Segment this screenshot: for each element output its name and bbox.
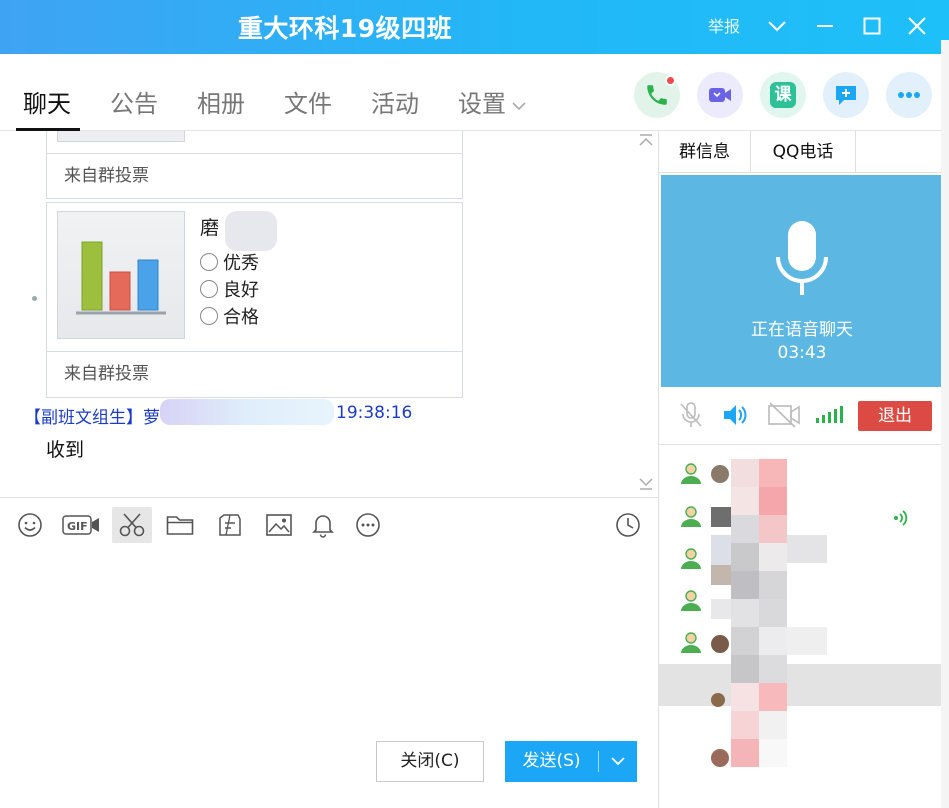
video-call-button[interactable] <box>697 72 743 118</box>
user-icon <box>679 588 703 616</box>
side-panel-tabs: 群信息 QQ电话 <box>659 131 949 173</box>
voice-status: 正在语音聊天 <box>751 320 853 340</box>
poll-option[interactable]: 合格 <box>200 303 259 329</box>
voice-controls: 退出 <box>659 387 949 445</box>
speaking-icon <box>891 508 911 532</box>
message-sender: 【副班文组生】萝 <box>24 408 160 428</box>
scroll-bottom-icon[interactable] <box>638 477 654 495</box>
voice-call-button[interactable] <box>634 72 680 118</box>
more-button[interactable] <box>886 72 932 118</box>
tab-activity[interactable]: 活动 <box>371 84 419 119</box>
tab-chat[interactable]: 聊天 <box>23 84 71 119</box>
video-call-icon <box>709 88 731 102</box>
tab-settings[interactable]: 设置 <box>458 84 526 119</box>
poll-option[interactable]: 优秀 <box>200 249 259 275</box>
more-circle-icon[interactable] <box>348 507 388 543</box>
more-icon <box>898 92 920 98</box>
speaker-icon[interactable] <box>721 401 749 433</box>
input-toolbar: GIF <box>0 497 658 553</box>
tab-announcement[interactable]: 公告 <box>110 84 158 119</box>
send-button-label: 发送(S) <box>522 751 581 771</box>
bell-icon[interactable] <box>303 507 343 543</box>
emoji-icon[interactable] <box>10 507 50 543</box>
image-icon[interactable] <box>259 507 299 543</box>
voice-timer: 03:43 <box>777 343 827 363</box>
user-icon <box>679 461 703 489</box>
exit-call-button[interactable]: 退出 <box>858 401 932 431</box>
minimize-icon[interactable] <box>808 9 842 43</box>
poll-chart-image <box>57 211 185 339</box>
message-input[interactable] <box>0 553 658 728</box>
lesson-icon: 课 <box>770 82 796 108</box>
poll-option[interactable]: 良好 <box>200 276 259 302</box>
chevron-down-icon <box>512 96 526 115</box>
poll-title: 磨 <box>200 217 220 239</box>
redacted-blur <box>225 211 277 251</box>
poll-image-partial <box>57 131 185 142</box>
window-scrollbar[interactable] <box>941 40 949 808</box>
user-icon <box>679 546 703 574</box>
gif-icon[interactable]: GIF <box>60 507 102 543</box>
folder-icon[interactable] <box>160 507 200 543</box>
tab-group-info[interactable]: 群信息 <box>659 131 750 173</box>
radio-icon <box>200 307 218 325</box>
message-time: 19:38:16 <box>336 403 413 423</box>
gif-label: GIF <box>67 520 88 533</box>
notification-dot <box>665 75 676 86</box>
close-icon[interactable] <box>900 9 934 43</box>
chevron-down-icon[interactable] <box>760 9 794 43</box>
scroll-top-icon[interactable] <box>638 133 654 151</box>
redacted-blur <box>160 399 334 425</box>
add-message-button[interactable] <box>823 72 869 118</box>
mic-muted-icon[interactable] <box>678 401 704 433</box>
send-options-chevron-icon[interactable] <box>599 741 637 782</box>
title-bar: 重大环科19级四班 举报 <box>0 0 949 54</box>
poll-card[interactable]: 磨 优秀 良好 合格 来自群投票 <box>46 202 463 398</box>
side-panel: 群信息 QQ电话 正在语音聊天 03:43 退出 <box>658 131 949 808</box>
send-button[interactable]: 发送(S) <box>505 741 637 782</box>
signal-strength-icon <box>815 405 843 427</box>
maximize-icon[interactable] <box>855 9 889 43</box>
message-text: 收到 <box>46 439 85 461</box>
camera-off-icon[interactable] <box>767 401 801 433</box>
bullet-dot <box>32 296 37 301</box>
history-clock-icon[interactable] <box>608 507 648 543</box>
lesson-button[interactable]: 课 <box>760 72 806 118</box>
poll-source: 来自群投票 <box>47 351 462 397</box>
mini-app-icon[interactable] <box>210 507 250 543</box>
poll-source: 来自群投票 <box>47 153 462 199</box>
scissors-icon[interactable] <box>112 507 152 543</box>
add-message-icon <box>836 86 856 105</box>
close-button[interactable]: 关闭(C) <box>376 741 484 782</box>
tab-settings-label: 设置 <box>458 90 506 118</box>
tab-divider <box>855 131 856 173</box>
redacted-mosaic <box>711 459 827 767</box>
voice-chat-panel: 正在语音聊天 03:43 <box>661 175 943 387</box>
microphone-icon <box>776 221 828 295</box>
tab-qq-call[interactable]: QQ电话 <box>751 131 855 173</box>
poll-card-partial[interactable]: 来自群投票 <box>46 131 463 199</box>
user-icon <box>679 630 703 658</box>
radio-icon <box>200 253 218 271</box>
chat-message-area[interactable]: 来自群投票 磨 优秀 良好 合格 来自群投票 【副班文组生】萝 19:38:16… <box>0 131 658 497</box>
tab-bar: 聊天 公告 相册 文件 活动 设置 课 <box>0 54 949 131</box>
window-title: 重大环科19级四班 <box>237 14 453 43</box>
tab-files[interactable]: 文件 <box>284 84 332 119</box>
user-icon <box>679 504 703 532</box>
radio-icon <box>200 280 218 298</box>
phone-icon <box>647 85 667 105</box>
tab-album[interactable]: 相册 <box>197 84 245 119</box>
report-link[interactable]: 举报 <box>708 13 740 37</box>
